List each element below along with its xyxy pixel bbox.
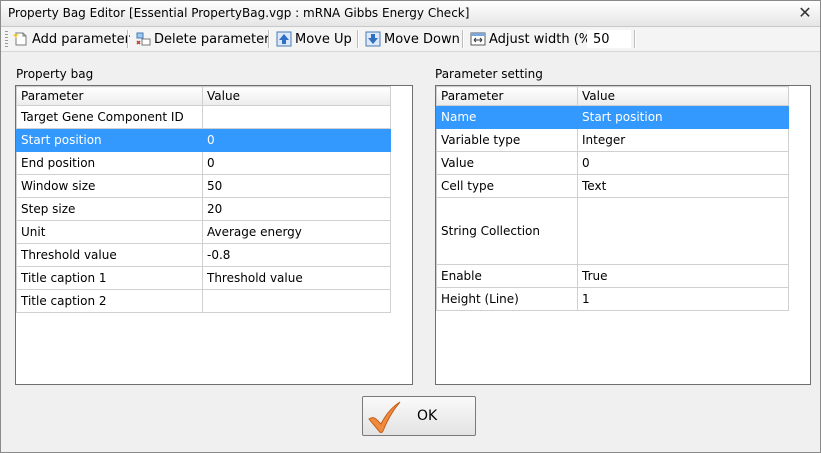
value-cell[interactable]: -0.8 (202, 243, 391, 267)
add-parameter-icon (13, 32, 27, 46)
grid-header-row: Parameter Value (436, 86, 789, 106)
property-bag-label: Property bag (16, 67, 94, 81)
delete-parameter-icon (136, 32, 151, 46)
parameter-cell[interactable]: Enable (436, 264, 578, 288)
table-row[interactable]: Cell type Text (436, 174, 789, 198)
table-row[interactable]: Title caption 1 Threshold value (16, 266, 391, 290)
move-up-icon (276, 31, 292, 47)
parameter-cell[interactable]: Title caption 2 (16, 289, 203, 313)
move-up-button[interactable]: Move Up (276, 29, 352, 49)
adjust-width-icon (470, 32, 486, 46)
parameter-setting-grid[interactable]: Parameter Value Name Start position Vari… (435, 85, 811, 385)
title-bar[interactable]: Property Bag Editor [Essential PropertyB… (1, 1, 820, 27)
parameter-cell[interactable]: Value (436, 151, 578, 175)
parameter-cell[interactable]: End position (16, 151, 203, 175)
adjust-width-input[interactable] (587, 30, 631, 48)
grid-header-row: Parameter Value (16, 86, 391, 106)
table-row[interactable]: Value 0 (436, 151, 789, 175)
toolbar-separator (357, 30, 359, 48)
column-header-value[interactable]: Value (577, 86, 789, 106)
value-cell[interactable]: 1 (577, 287, 789, 311)
table-row[interactable]: Unit Average energy (16, 220, 391, 244)
parameter-setting-label: Parameter setting (435, 67, 543, 81)
value-cell[interactable] (577, 197, 789, 265)
parameter-setting-table: Parameter Value Name Start position Vari… (436, 86, 789, 311)
column-header-value[interactable]: Value (202, 86, 391, 106)
toolbar-separator (634, 30, 636, 48)
move-down-label: Move Down (384, 31, 460, 47)
value-cell[interactable]: Start position (577, 105, 789, 129)
table-row[interactable]: Height (Line) 1 (436, 287, 789, 311)
table-row[interactable]: Step size 20 (16, 197, 391, 221)
delete-parameter-button[interactable]: Delete parameter (135, 29, 269, 49)
move-up-label: Move Up (295, 31, 352, 47)
ok-button[interactable]: OK (362, 396, 476, 436)
table-row[interactable]: Enable True (436, 264, 789, 288)
value-cell[interactable]: 0 (202, 128, 391, 152)
property-bag-editor-window: Property Bag Editor [Essential PropertyB… (0, 0, 821, 453)
adjust-width-button[interactable]: Adjust width (%) (470, 29, 596, 49)
table-row[interactable]: String Collection (436, 197, 789, 265)
parameter-cell[interactable]: String Collection (436, 197, 578, 265)
value-cell[interactable]: Threshold value (202, 266, 391, 290)
parameter-cell[interactable]: Start position (16, 128, 203, 152)
value-cell[interactable]: Text (577, 174, 789, 198)
table-row-selected[interactable]: Name Start position (436, 105, 789, 129)
parameter-cell[interactable]: Threshold value (16, 243, 203, 267)
parameter-cell[interactable]: Step size (16, 197, 203, 221)
toolbar-separator (462, 30, 464, 48)
value-cell[interactable]: 0 (202, 151, 391, 175)
value-cell[interactable]: 20 (202, 197, 391, 221)
property-bag-grid[interactable]: Parameter Value Target Gene Component ID… (15, 85, 413, 385)
toolbar-separator (268, 30, 270, 48)
parameter-cell[interactable]: Target Gene Component ID (16, 105, 203, 129)
parameter-cell[interactable]: Name (436, 105, 578, 129)
column-header-parameter[interactable]: Parameter (436, 86, 578, 106)
value-cell[interactable] (202, 289, 391, 313)
parameter-cell[interactable]: Variable type (436, 128, 578, 152)
move-down-button[interactable]: Move Down (365, 29, 460, 49)
table-row[interactable]: End position 0 (16, 151, 391, 175)
add-parameter-button[interactable]: Add parameter (13, 29, 130, 49)
close-icon[interactable]: ✕ (796, 4, 814, 22)
table-row[interactable]: Variable type Integer (436, 128, 789, 152)
window-title: Property Bag Editor [Essential PropertyB… (8, 6, 470, 20)
value-cell[interactable]: True (577, 264, 789, 288)
parameter-cell[interactable]: Height (Line) (436, 287, 578, 311)
property-bag-table: Parameter Value Target Gene Component ID… (16, 86, 391, 313)
parameter-cell[interactable]: Title caption 1 (16, 266, 203, 290)
table-row[interactable]: Window size 50 (16, 174, 391, 198)
column-header-parameter[interactable]: Parameter (16, 86, 203, 106)
value-cell[interactable]: 0 (577, 151, 789, 175)
adjust-width-label: Adjust width (%) (489, 31, 597, 47)
parameter-cell[interactable]: Unit (16, 220, 203, 244)
table-row[interactable]: Target Gene Component ID (16, 105, 391, 129)
checkmark-icon (368, 401, 401, 433)
toolbar: Add parameter Delete parameter Move Up M… (1, 27, 820, 52)
ok-button-label: OK (417, 408, 438, 424)
toolbar-grip[interactable] (5, 31, 8, 47)
value-cell[interactable]: Integer (577, 128, 789, 152)
table-row[interactable]: Threshold value -0.8 (16, 243, 391, 267)
toolbar-separator (127, 30, 129, 48)
parameter-cell[interactable]: Window size (16, 174, 203, 198)
delete-parameter-label: Delete parameter (154, 31, 270, 47)
value-cell[interactable] (202, 105, 391, 129)
table-row-selected[interactable]: Start position 0 (16, 128, 391, 152)
table-row[interactable]: Title caption 2 (16, 289, 391, 313)
value-cell[interactable]: 50 (202, 174, 391, 198)
value-cell[interactable]: Average energy (202, 220, 391, 244)
move-down-icon (365, 31, 381, 47)
parameter-cell[interactable]: Cell type (436, 174, 578, 198)
add-parameter-label: Add parameter (32, 31, 130, 47)
